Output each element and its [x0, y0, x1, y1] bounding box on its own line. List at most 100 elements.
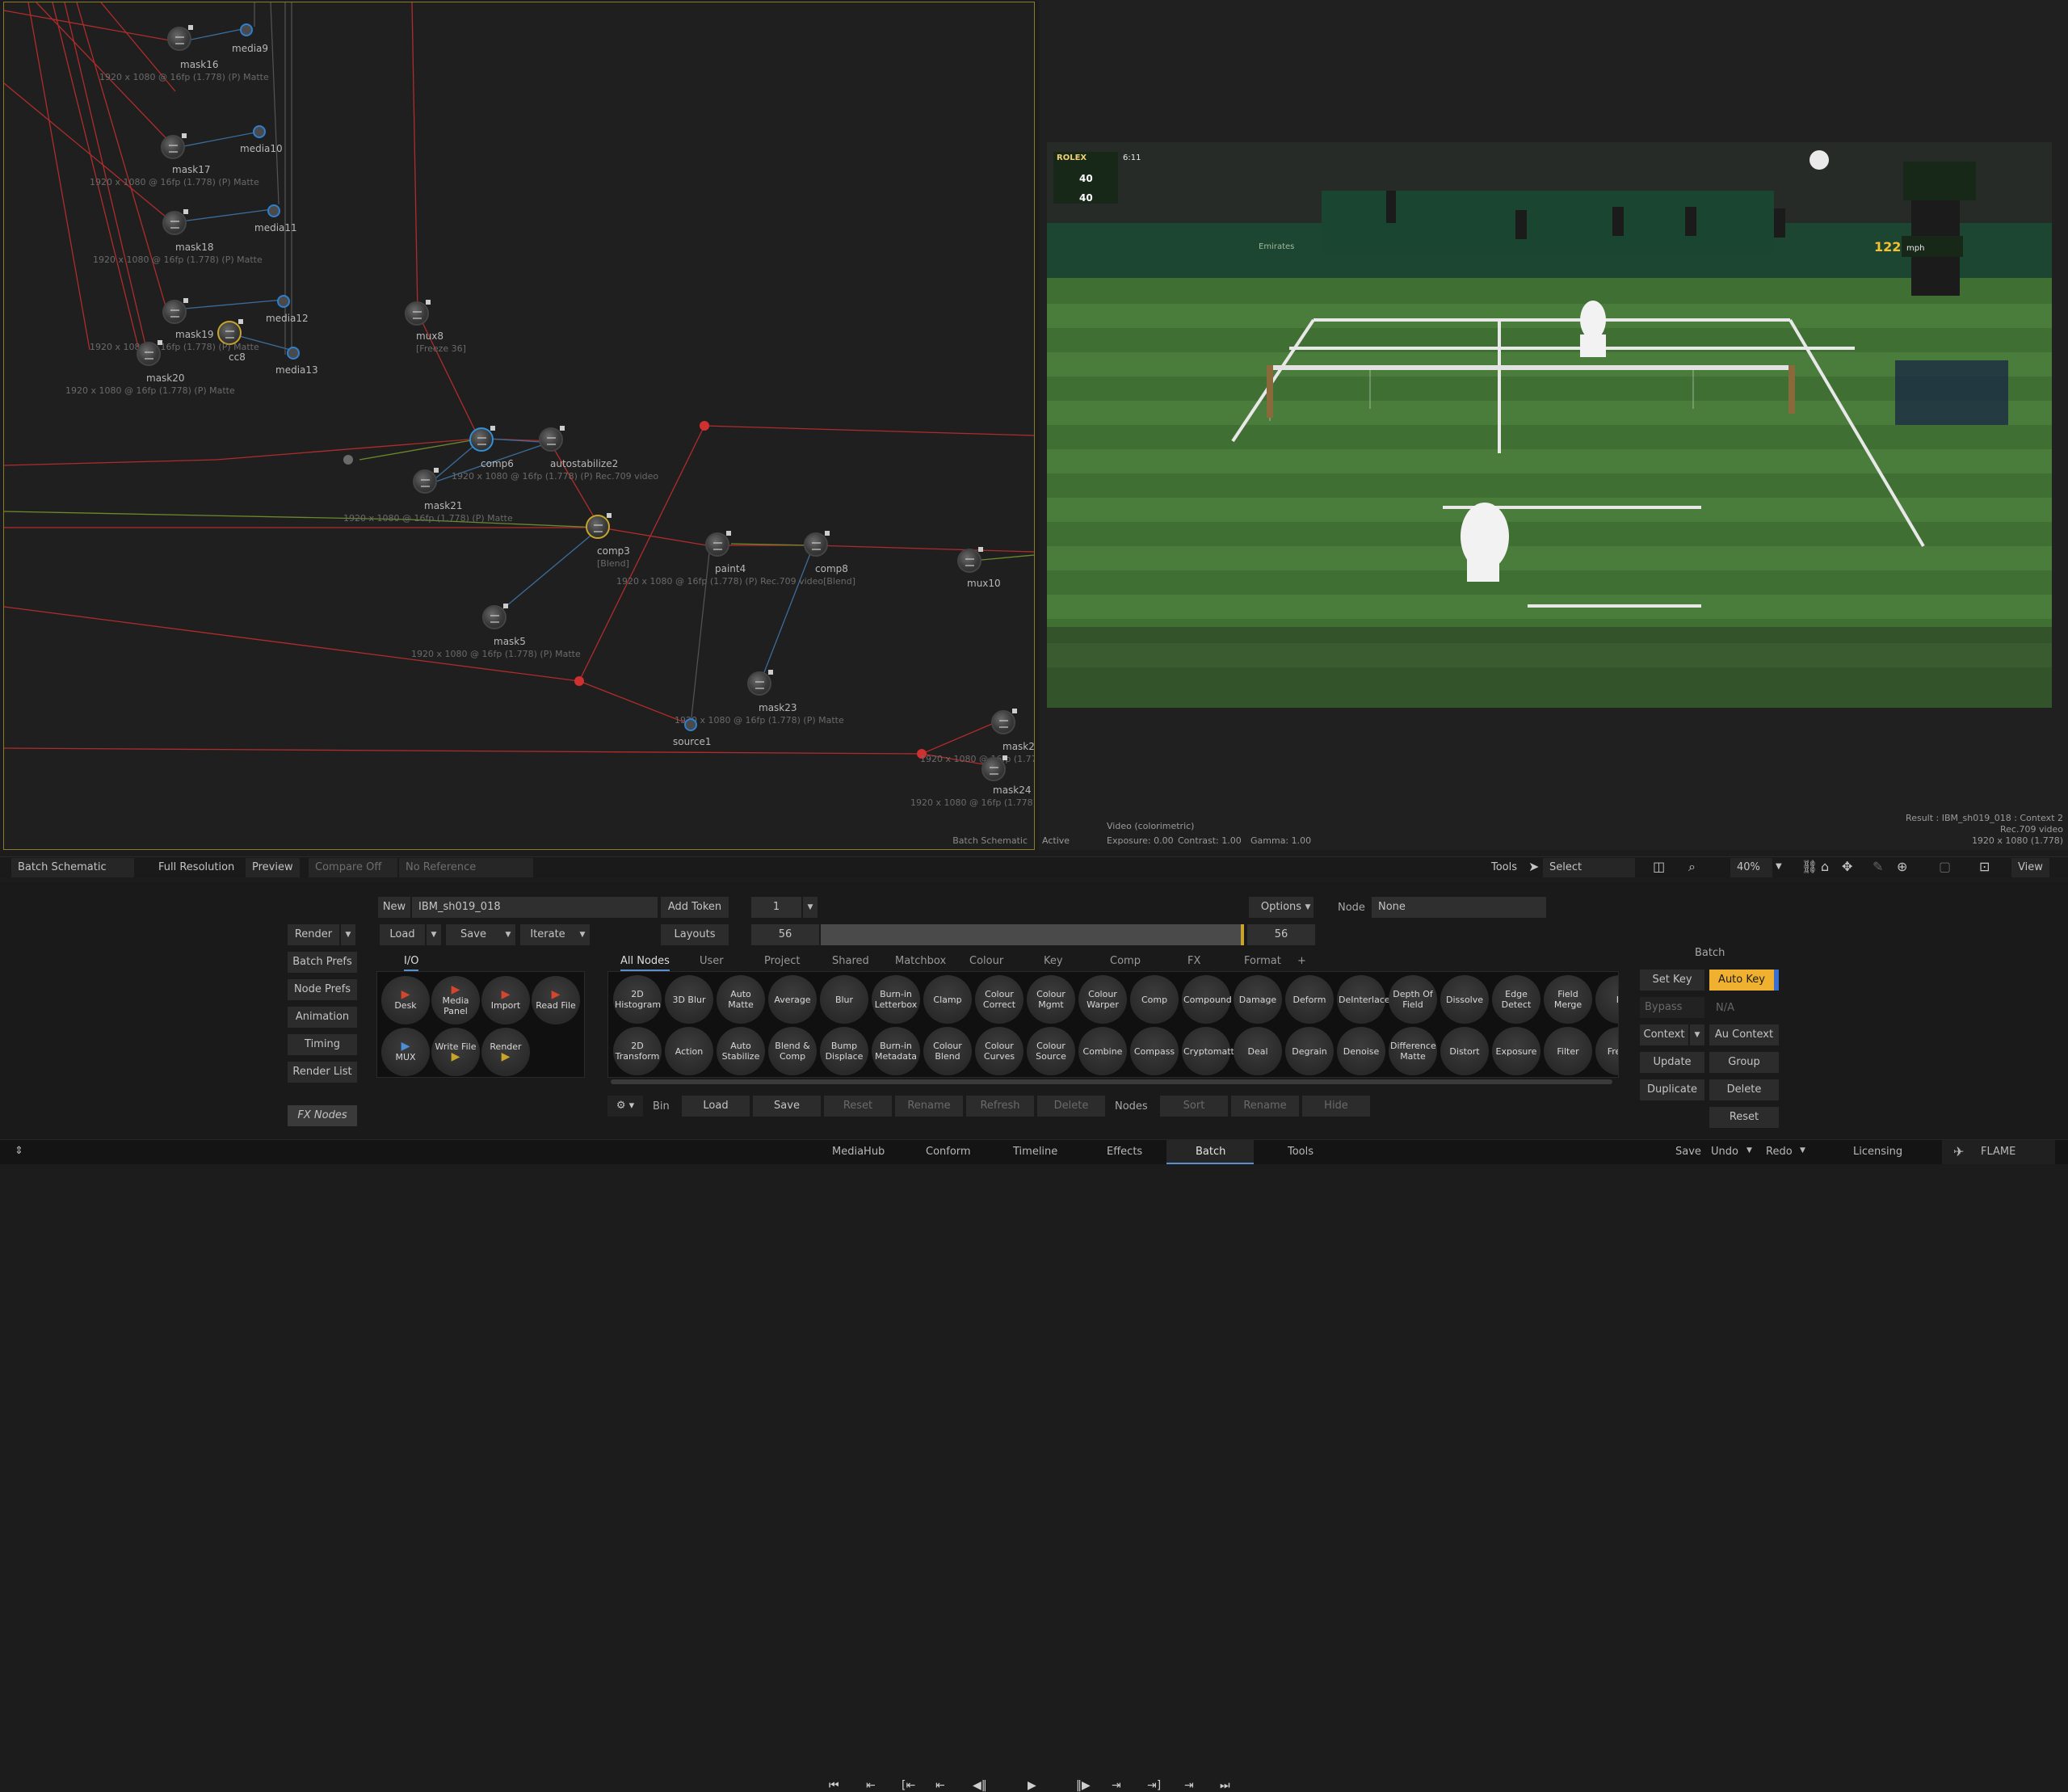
view-button[interactable]: View: [2011, 858, 2049, 877]
tab-add[interactable]: +: [1297, 955, 1306, 967]
resolution-button[interactable]: Full Resolution: [152, 858, 241, 877]
node-source1[interactable]: [684, 718, 697, 731]
chevron-down-icon[interactable]: ▼: [1776, 857, 1782, 877]
redo-button[interactable]: Redo: [1766, 1146, 1793, 1158]
node-mask23[interactable]: [747, 670, 773, 696]
compare-field[interactable]: Compare Off: [309, 858, 397, 877]
fx-cryptomatte-node[interactable]: Cryptomatte: [1182, 1027, 1240, 1075]
node-mux8[interactable]: [405, 300, 431, 326]
fx-colour-warper-node[interactable]: Colour Warper: [1078, 975, 1127, 1024]
node-paint4[interactable]: [705, 531, 731, 557]
fx-colour-curves-node[interactable]: Colour Curves: [975, 1027, 1023, 1075]
pointer-icon[interactable]: ➤: [1528, 857, 1539, 877]
go-to-start-icon[interactable]: ⏮: [829, 1779, 839, 1792]
timeline-playhead[interactable]: [1241, 924, 1244, 945]
new-button[interactable]: New: [378, 897, 410, 918]
tab-format[interactable]: Format: [1244, 955, 1281, 967]
fx-distort-node[interactable]: Distort: [1440, 1027, 1489, 1075]
in-point-icon[interactable]: [⇤: [902, 1779, 915, 1792]
tab-mediahub[interactable]: MediaHub: [832, 1146, 885, 1158]
node-comp8[interactable]: [804, 531, 830, 557]
fx-action-node[interactable]: Action: [665, 1027, 713, 1075]
undo-menu-icon[interactable]: ▼: [1746, 1146, 1752, 1155]
fx-fi-node[interactable]: Fi: [1595, 975, 1618, 1024]
load-menu-arrow[interactable]: ▼: [427, 924, 441, 945]
duplicate-button[interactable]: Duplicate: [1640, 1079, 1704, 1100]
fx-colour-mgmt-node[interactable]: Colour Mgmt: [1027, 975, 1075, 1024]
preview-button[interactable]: Preview: [246, 858, 300, 877]
link-icon[interactable]: ⛓: [1801, 857, 1818, 877]
save-button[interactable]: Save: [446, 924, 501, 945]
fx-nodes-button[interactable]: FX Nodes: [288, 1105, 357, 1126]
prev-mark-icon[interactable]: ⇤: [935, 1779, 945, 1792]
next-mark-icon[interactable]: ⇥: [1112, 1779, 1121, 1792]
render-list-button[interactable]: Render List: [288, 1062, 357, 1083]
batch-prefs-button[interactable]: Batch Prefs: [288, 952, 357, 973]
set-key-button[interactable]: Set Key: [1640, 970, 1704, 991]
io-node-desk[interactable]: ▶ Desk: [381, 976, 430, 1024]
save-menu-arrow[interactable]: ▼: [501, 924, 515, 945]
next-key-icon[interactable]: ⇥: [1184, 1779, 1194, 1792]
node-mask18[interactable]: [162, 209, 188, 235]
fx-exposure-node[interactable]: Exposure: [1492, 1027, 1540, 1075]
reset-button[interactable]: Reset: [1709, 1107, 1779, 1128]
node-mask17[interactable]: [161, 133, 187, 159]
options-menu-arrow[interactable]: ▼: [1301, 897, 1315, 918]
tab-shared[interactable]: Shared: [832, 955, 869, 967]
node-mux10[interactable]: [957, 547, 983, 573]
group-button[interactable]: Group: [1709, 1052, 1779, 1073]
tab-all-nodes[interactable]: All Nodes: [620, 955, 670, 971]
panel-name-field[interactable]: Batch Schematic: [11, 858, 134, 877]
node-mask24[interactable]: [981, 755, 1007, 781]
tab-effects[interactable]: Effects: [1107, 1146, 1142, 1158]
tab-user[interactable]: User: [700, 955, 724, 967]
fx-comp-node[interactable]: Comp: [1130, 975, 1179, 1024]
io-node-write-file[interactable]: Write File ▶: [431, 1028, 480, 1076]
delete-button[interactable]: Delete: [1709, 1079, 1779, 1100]
range-end-field[interactable]: 56: [1247, 924, 1315, 945]
node-mask5[interactable]: [482, 604, 508, 629]
go-to-end-icon[interactable]: ⏭: [1220, 1779, 1230, 1792]
fx-compass-node[interactable]: Compass: [1130, 1027, 1179, 1075]
target-icon[interactable]: ⊕: [1897, 857, 1907, 877]
fx-average-node[interactable]: Average: [768, 975, 817, 1024]
io-node-render[interactable]: Render ▶: [481, 1028, 530, 1076]
viewer[interactable]: ROLEX 6:11 40 40 Emirates 122 mph Active…: [1039, 0, 2068, 850]
home-icon[interactable]: ⌂: [1821, 857, 1829, 877]
bin-rename-button[interactable]: Rename: [895, 1096, 963, 1117]
render-menu-arrow[interactable]: ▼: [341, 924, 355, 945]
redo-menu-icon[interactable]: ▼: [1800, 1146, 1805, 1155]
node-mask19[interactable]: [162, 298, 188, 324]
timeline-bar[interactable]: [821, 924, 1244, 945]
fx-blur-node[interactable]: Blur: [820, 975, 868, 1024]
node-field[interactable]: None: [1372, 897, 1546, 918]
fx-deinterlace-node[interactable]: DeInterlace: [1337, 975, 1390, 1024]
move-icon[interactable]: ✥: [1842, 857, 1852, 877]
play-icon[interactable]: ▶: [1028, 1779, 1036, 1792]
select-field[interactable]: Select: [1543, 858, 1635, 877]
fx-colour-source-node[interactable]: Colour Source: [1027, 1027, 1075, 1075]
node-media11[interactable]: [267, 204, 280, 217]
auto-key-button[interactable]: Auto Key: [1709, 970, 1774, 991]
node-media10[interactable]: [253, 125, 266, 138]
fx-degrain-node[interactable]: Degrain: [1285, 1027, 1334, 1075]
node-comp3[interactable]: [586, 513, 612, 539]
range-start-field[interactable]: 56: [751, 924, 819, 945]
fx-edge-detect-node[interactable]: Edge Detect: [1492, 975, 1540, 1024]
fx-deal-node[interactable]: Deal: [1234, 1027, 1282, 1075]
context-menu-arrow[interactable]: ▼: [1690, 1024, 1704, 1045]
frame-icon[interactable]: ⊡: [1979, 857, 1990, 877]
node-mask20[interactable]: [137, 340, 162, 366]
fx-damage-node[interactable]: Damage: [1234, 975, 1282, 1024]
tab-fx[interactable]: FX: [1187, 955, 1200, 967]
fx-filter-node[interactable]: Filter: [1544, 1027, 1592, 1075]
fx-deform-node[interactable]: Deform: [1285, 975, 1334, 1024]
fx-colour-blend-node[interactable]: Colour Blend: [923, 1027, 972, 1075]
io-node-media-panel[interactable]: ▶ Media Panel: [431, 976, 480, 1024]
node-media13[interactable]: [287, 347, 300, 360]
bin-load-button[interactable]: Load: [682, 1096, 750, 1117]
tab-timeline[interactable]: Timeline: [1013, 1146, 1057, 1158]
bypass-button[interactable]: Bypass: [1640, 997, 1704, 1018]
fx-2d-histogram-node[interactable]: 2D Histogram: [613, 975, 662, 1024]
zoom-field[interactable]: 40%: [1730, 858, 1772, 877]
